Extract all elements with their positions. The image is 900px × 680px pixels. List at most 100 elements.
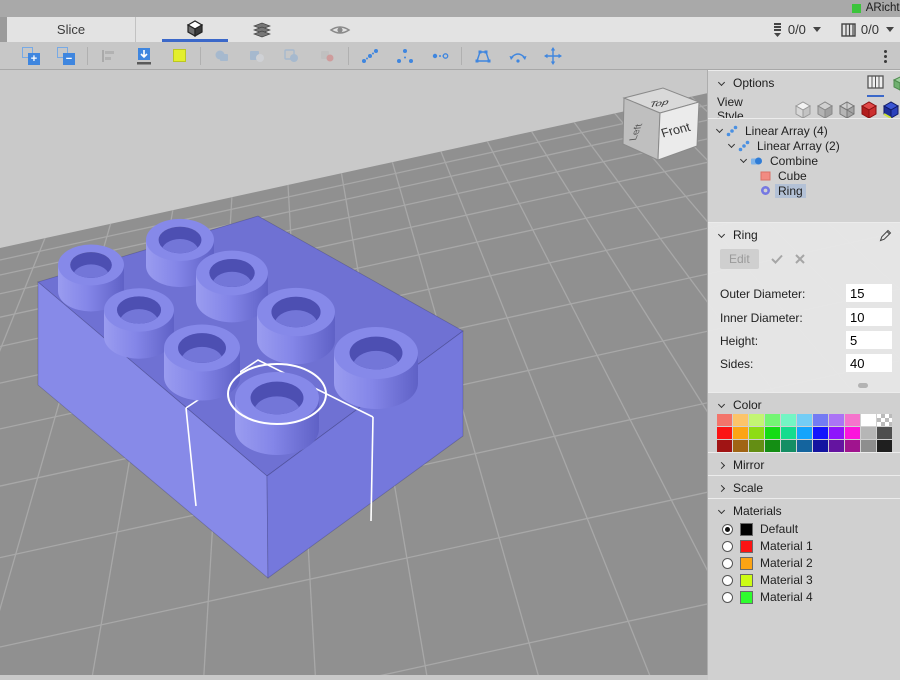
- tab-slice[interactable]: Slice: [7, 17, 136, 42]
- view-style-wireframe[interactable]: [837, 98, 857, 118]
- material-row-4[interactable]: Material 4: [722, 590, 813, 604]
- radio-icon[interactable]: [722, 591, 733, 603]
- color-swatch[interactable]: [877, 414, 892, 426]
- color-swatch[interactable]: [829, 414, 844, 426]
- color-swatch[interactable]: [717, 427, 732, 439]
- remove-shape-button[interactable]: −: [55, 45, 77, 67]
- radial-array-button[interactable]: [394, 45, 416, 67]
- align-button[interactable]: [98, 45, 120, 67]
- material-row-1[interactable]: Material 1: [722, 539, 813, 553]
- rotate-tool-button[interactable]: [507, 45, 529, 67]
- toolbar-more-menu[interactable]: [878, 47, 892, 65]
- color-swatch[interactable]: [829, 440, 844, 452]
- color-swatch[interactable]: [797, 440, 812, 452]
- confirm-check-icon[interactable]: [770, 254, 783, 264]
- view-style-shaded-light[interactable]: [793, 98, 813, 118]
- tree-item-label: Linear Array (4): [745, 123, 828, 138]
- color-swatch[interactable]: [733, 414, 748, 426]
- intersect-button[interactable]: [281, 45, 303, 67]
- cancel-x-icon[interactable]: [794, 254, 805, 264]
- outer-diameter-input[interactable]: [846, 284, 892, 302]
- color-swatch[interactable]: [797, 427, 812, 439]
- material-label: Material 1: [760, 539, 813, 553]
- view-style-blue[interactable]: [881, 98, 900, 118]
- color-swatch[interactable]: [877, 440, 892, 452]
- color-swatch[interactable]: [717, 440, 732, 452]
- panel-layout-button[interactable]: [867, 75, 884, 97]
- view-style-shaded-grey[interactable]: [815, 98, 835, 118]
- materials-header[interactable]: Materials: [708, 499, 900, 521]
- height-input[interactable]: [846, 331, 892, 349]
- drop-to-floor-button[interactable]: [133, 45, 155, 67]
- tab-layers-view[interactable]: [246, 17, 278, 42]
- color-header[interactable]: Color: [708, 393, 900, 415]
- color-swatch[interactable]: [781, 427, 796, 439]
- color-swatch[interactable]: [813, 414, 828, 426]
- color-swatch[interactable]: [861, 427, 876, 439]
- color-swatch[interactable]: [733, 440, 748, 452]
- layer-range-dropdown[interactable]: 0/0: [772, 22, 821, 38]
- color-swatch[interactable]: [829, 427, 844, 439]
- field-inner-diameter: Inner Diameter:: [708, 308, 900, 326]
- linear-array-button[interactable]: [359, 45, 381, 67]
- edit-button[interactable]: Edit: [720, 249, 759, 269]
- tree-item-linear-array-4[interactable]: Linear Array (4): [715, 123, 831, 138]
- color-swatch-button[interactable]: [168, 45, 190, 67]
- color-swatch[interactable]: [749, 427, 764, 439]
- color-swatch[interactable]: [861, 440, 876, 452]
- tree-item-cube[interactable]: Cube: [760, 168, 810, 183]
- tab-visibility[interactable]: [322, 17, 358, 42]
- move-tool-button[interactable]: [542, 45, 564, 67]
- color-swatch[interactable]: [749, 414, 764, 426]
- edit-pencil-button[interactable]: [879, 229, 892, 247]
- green-cube-button[interactable]: [892, 75, 900, 97]
- tab-solid-view[interactable]: [162, 17, 228, 42]
- color-swatch[interactable]: [765, 440, 780, 452]
- color-swatch[interactable]: [797, 414, 812, 426]
- mirror-header[interactable]: Mirror: [708, 453, 900, 475]
- add-shape-button[interactable]: +: [20, 45, 42, 67]
- inner-diameter-input[interactable]: [846, 308, 892, 326]
- radio-icon[interactable]: [722, 574, 733, 586]
- color-swatch[interactable]: [845, 414, 860, 426]
- color-swatch[interactable]: [845, 427, 860, 439]
- tree-item-combine[interactable]: Combine: [739, 153, 821, 168]
- color-swatch[interactable]: [717, 414, 732, 426]
- tree-item-ring[interactable]: Ring: [760, 183, 806, 198]
- color-swatch[interactable]: [781, 440, 796, 452]
- union-button[interactable]: [211, 45, 233, 67]
- mirror-button[interactable]: [429, 45, 451, 67]
- sides-input[interactable]: [846, 354, 892, 372]
- field-label: Outer Diameter:: [720, 287, 806, 301]
- field-label: Height:: [720, 334, 759, 348]
- color-swatch[interactable]: [749, 440, 764, 452]
- scale-tool-button[interactable]: [472, 45, 494, 67]
- panel-resize-handle[interactable]: [858, 383, 868, 388]
- tree-item-linear-array-2[interactable]: Linear Array (2): [727, 138, 843, 153]
- color-swatch[interactable]: [861, 414, 876, 426]
- color-swatch[interactable]: [845, 440, 860, 452]
- color-swatch[interactable]: [765, 414, 780, 426]
- column-range-dropdown[interactable]: 0/0: [841, 22, 894, 37]
- color-swatch[interactable]: [877, 427, 892, 439]
- material-row-2[interactable]: Material 2: [722, 556, 813, 570]
- color-swatch[interactable]: [781, 414, 796, 426]
- color-swatch[interactable]: [733, 427, 748, 439]
- color-palette: [717, 414, 893, 452]
- view-style-red[interactable]: [859, 98, 879, 118]
- paint-button[interactable]: [316, 45, 338, 67]
- radio-icon[interactable]: [722, 540, 733, 552]
- color-swatch[interactable]: [813, 440, 828, 452]
- scale-header[interactable]: Scale: [708, 476, 900, 498]
- color-swatch[interactable]: [765, 427, 780, 439]
- material-row-3[interactable]: Material 3: [722, 573, 813, 587]
- radio-icon[interactable]: [722, 557, 733, 569]
- user-indicator[interactable]: ARichte: [851, 2, 900, 14]
- ring-title: Ring: [733, 228, 758, 242]
- color-swatch[interactable]: [813, 427, 828, 439]
- view-cube[interactable]: Top Front Left: [606, 82, 710, 174]
- material-row-default[interactable]: Default: [722, 522, 798, 536]
- radio-selected-icon[interactable]: [722, 523, 733, 535]
- ring-header[interactable]: Ring: [708, 223, 900, 245]
- subtract-button[interactable]: [246, 45, 268, 67]
